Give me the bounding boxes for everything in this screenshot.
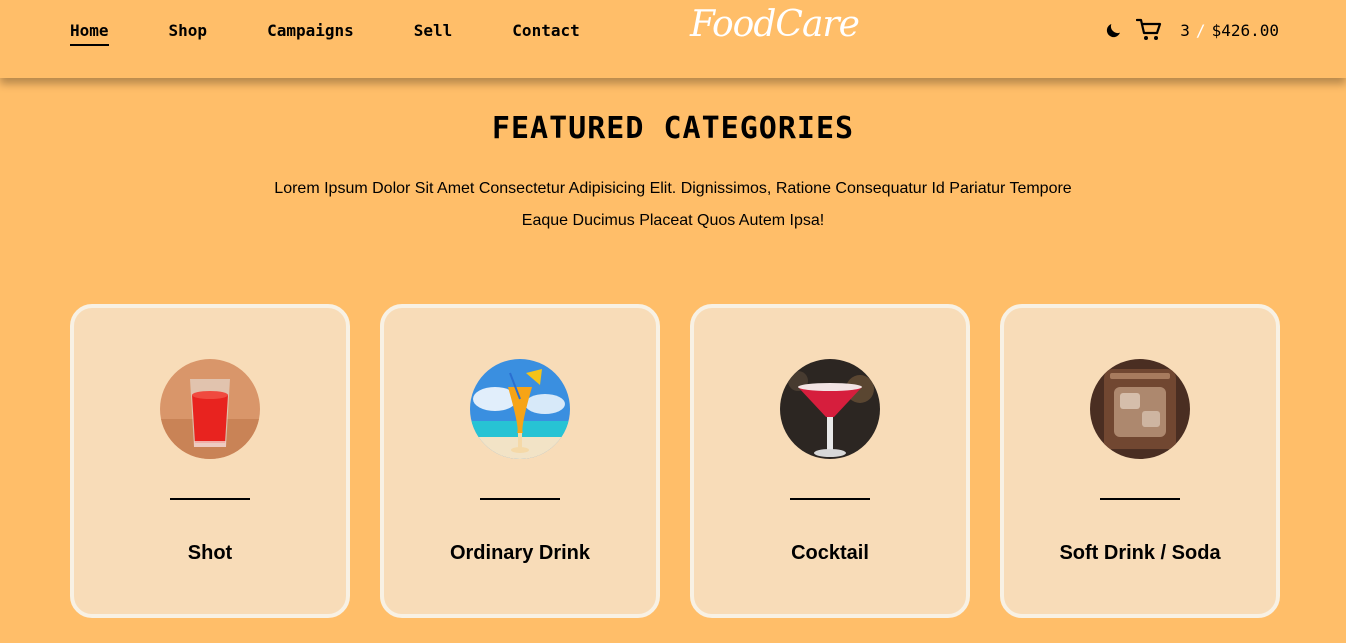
- category-card-soft-drink[interactable]: Soft Drink / Soda: [1000, 304, 1280, 618]
- card-divider: [480, 498, 560, 500]
- main-nav: Home Shop Campaigns Sell Contact: [70, 21, 640, 46]
- category-label: Ordinary Drink: [449, 542, 591, 564]
- shot-image: [160, 359, 260, 459]
- site-header: Home Shop Campaigns Sell Contact FoodCar…: [0, 0, 1346, 78]
- cart-total[interactable]: $426.00: [1212, 21, 1279, 40]
- nav-sell-link[interactable]: Sell: [414, 21, 453, 46]
- card-divider: [1100, 498, 1180, 500]
- soft-drink-image: [1090, 359, 1190, 459]
- section-title: FEATURED CATEGORIES: [491, 111, 855, 146]
- cart-icon[interactable]: [1134, 16, 1164, 44]
- brand-logo[interactable]: FoodCare: [690, 4, 860, 45]
- cart-separator: /: [1195, 20, 1206, 40]
- cart-count[interactable]: 3: [1180, 21, 1190, 40]
- nav-shop-link[interactable]: Shop: [169, 21, 208, 46]
- cocktail-image: [780, 359, 880, 459]
- featured-categories-section: FEATURED CATEGORIES Lorem Ipsum Dolor Si…: [0, 78, 1346, 643]
- category-label: Cocktail: [791, 542, 869, 564]
- card-divider: [170, 498, 250, 500]
- category-label: Shot: [187, 542, 233, 564]
- category-label: Soft Drink / Soda: [1059, 542, 1221, 564]
- card-divider: [790, 498, 870, 500]
- category-card-shot[interactable]: Shot: [70, 304, 350, 618]
- ordinary-drink-image: [470, 359, 570, 459]
- category-card-ordinary-drink[interactable]: Ordinary Drink: [380, 304, 660, 618]
- nav-home-link[interactable]: Home: [70, 21, 109, 46]
- moon-icon[interactable]: [1104, 16, 1124, 44]
- category-card-cocktail[interactable]: Cocktail: [690, 304, 970, 618]
- nav-campaigns-link[interactable]: Campaigns: [267, 21, 354, 46]
- nav-contact-link[interactable]: Contact: [512, 21, 579, 46]
- header-tools: 3 / $426.00: [1104, 16, 1279, 44]
- category-cards: Shot Ordinary Drink Cocktail Soft Drink …: [70, 304, 1280, 618]
- section-description: Lorem Ipsum Dolor Sit Amet Consectetur A…: [274, 180, 1072, 229]
